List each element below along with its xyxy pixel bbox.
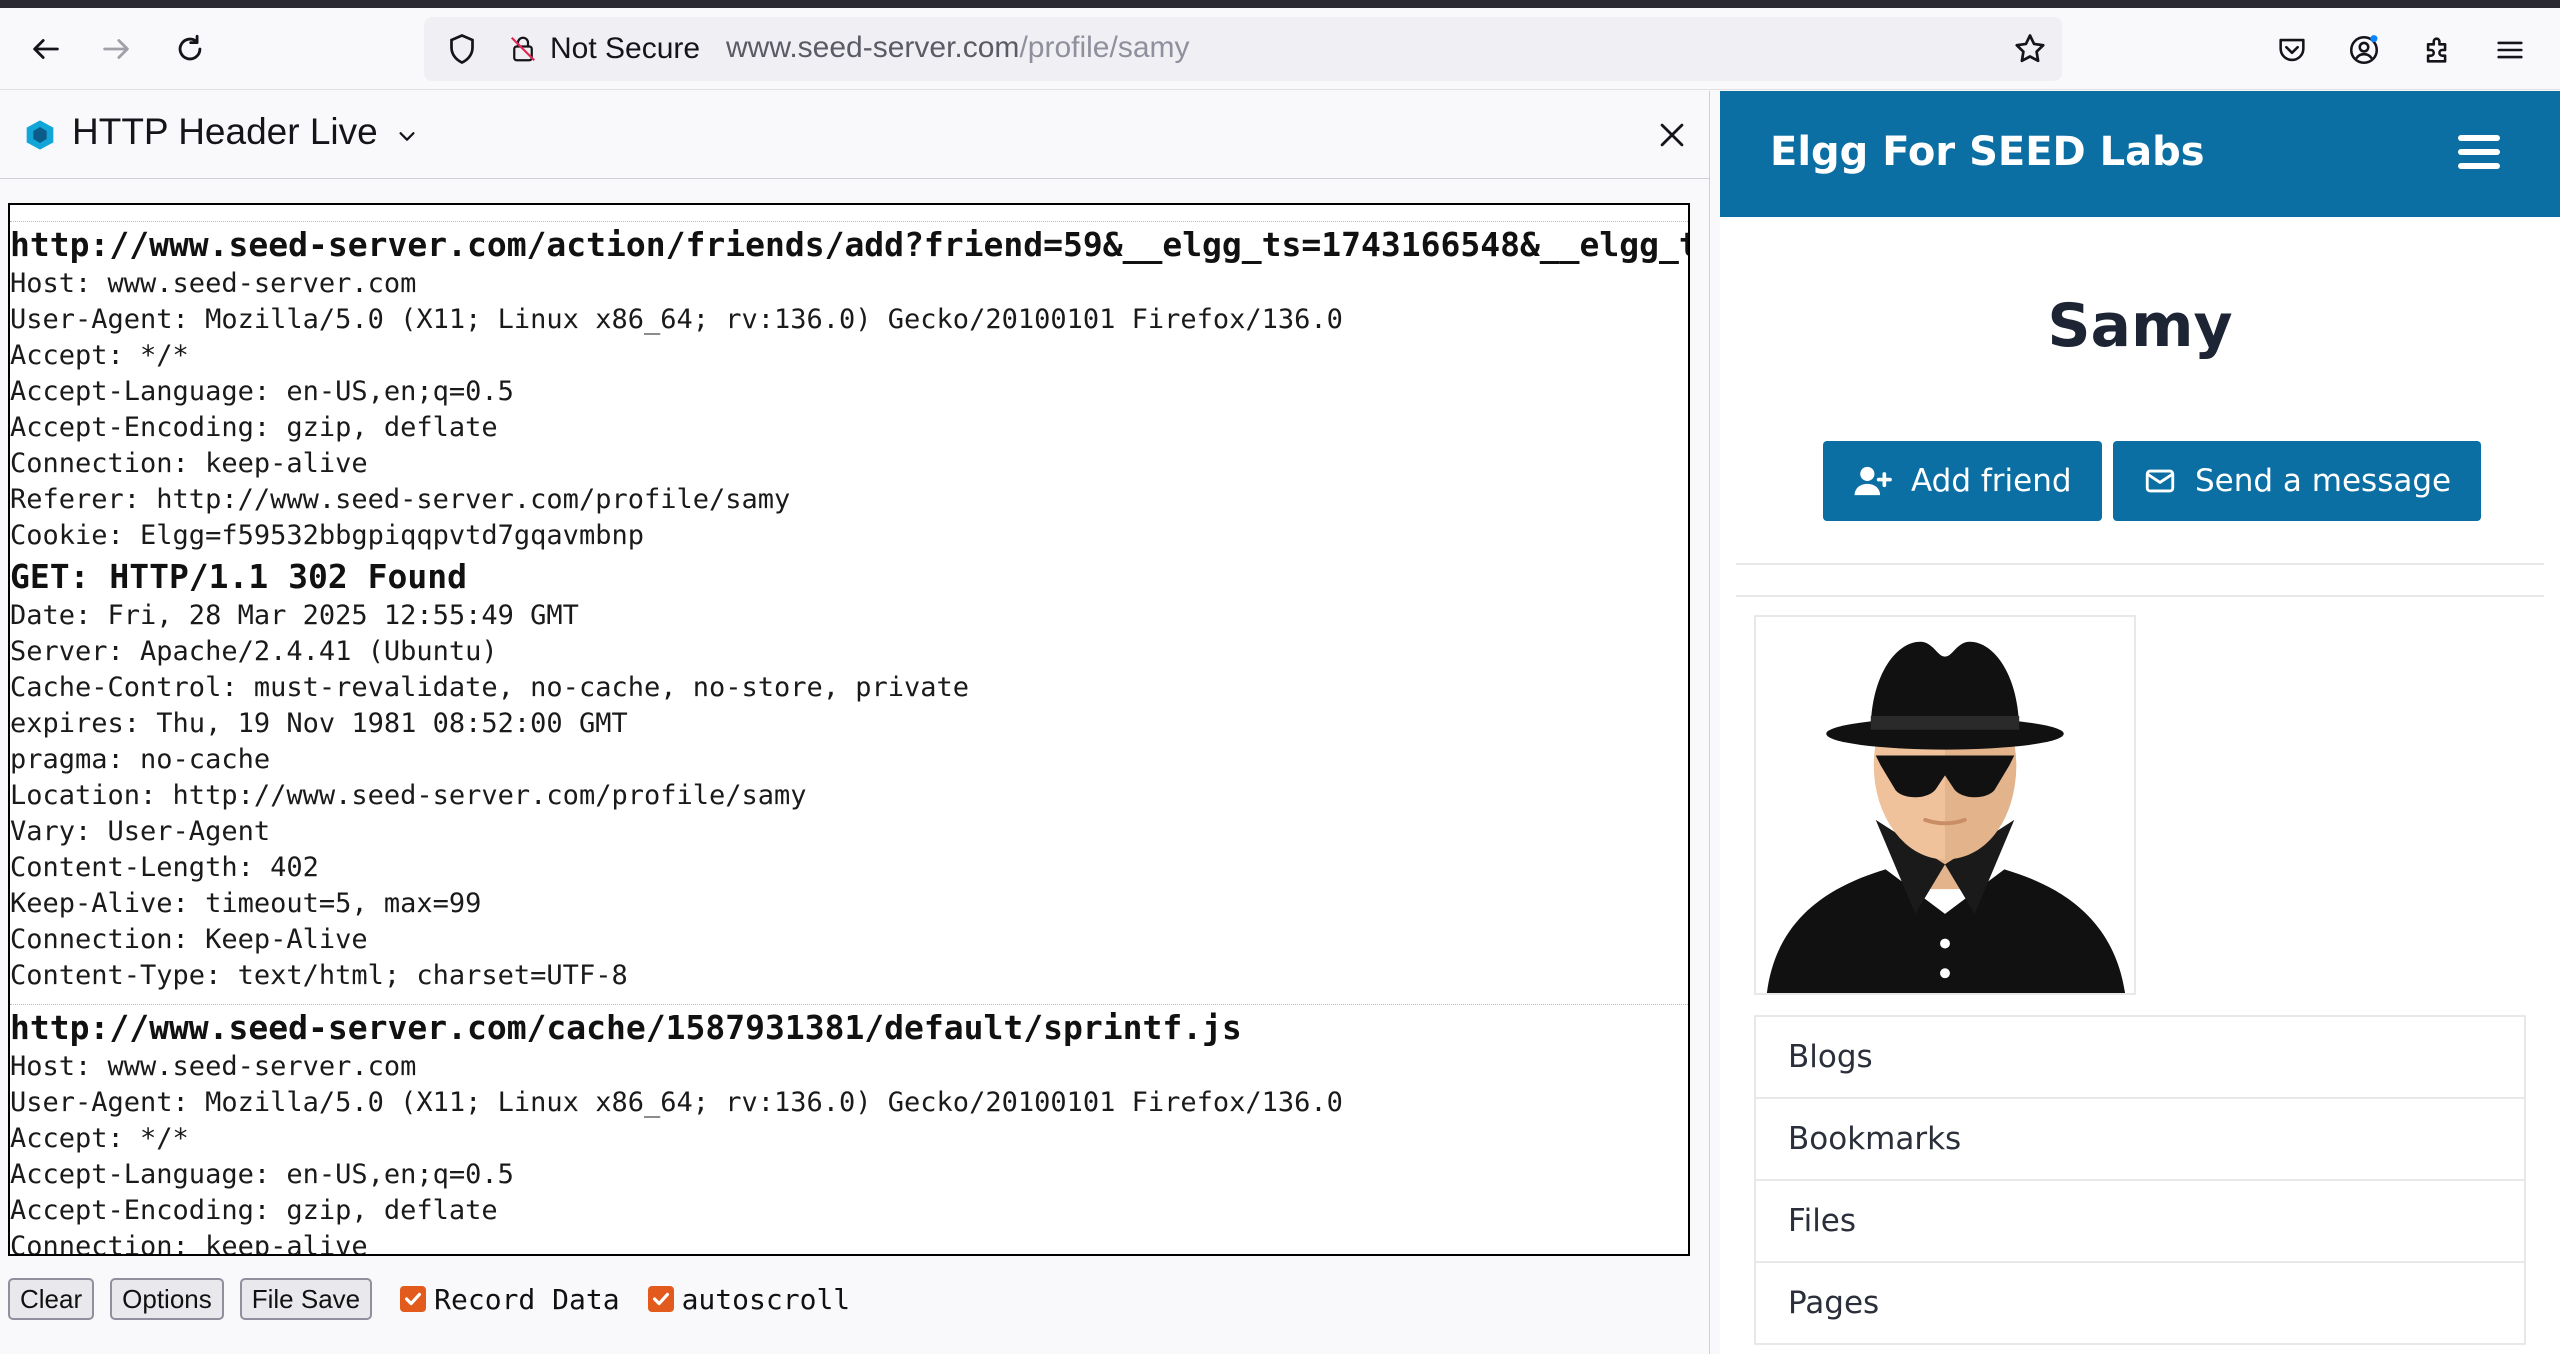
autoscroll-checkbox[interactable]: autoscroll [647,1282,851,1316]
header-line: Accept-Language: en-US,en;q=0.5 [10,1159,514,1190]
back-arrow-icon[interactable] [22,25,70,73]
extensions-icon[interactable] [2416,28,2460,72]
account-icon[interactable] [2342,28,2386,72]
profile-avatar[interactable] [1754,615,2136,995]
insecure-lock-icon [510,36,536,62]
clear-button[interactable]: Clear [8,1278,95,1320]
header-line: User-Agent: Mozilla/5.0 (X11; Linux x86_… [10,1087,1343,1118]
http-header-live-logo-icon [26,120,54,150]
http-header-live-sidebar: HTTP Header Live http://www.seed-server.… [0,91,1710,1354]
add-friend-button[interactable]: Add friend [1823,441,2102,521]
send-message-label: Send a message [2195,463,2452,499]
elgg-profile-page: Elgg For SEED Labs Samy Add friend Send … [1720,91,2560,1354]
pocket-icon[interactable] [2270,28,2314,72]
site-header: Elgg For SEED Labs [1720,91,2560,217]
response-status: GET: HTTP/1.1 302 Found [10,557,467,596]
header-line: Cookie: Elgg=f59532bbgpiqqpvtd7gqavmbnp [10,520,644,551]
request-url[interactable]: http://www.seed-server.com/action/friend… [10,224,1688,266]
record-data-label: Record Data [434,1282,620,1316]
menu-item-pages[interactable]: Pages [1756,1263,2524,1345]
record-data-checkbox[interactable]: Record Data [400,1282,620,1316]
header-line: Accept: */* [10,340,189,371]
header-line: pragma: no-cache [10,744,271,775]
menu-item-bookmarks[interactable]: Bookmarks [1756,1099,2524,1181]
window-top-strip [0,0,2560,8]
sidebar-controls: Clear Options File Save Record Data auto… [8,1277,866,1321]
chevron-down-icon[interactable] [396,125,418,147]
header-line: Connection: keep-alive [10,1231,368,1256]
header-line: Connection: Keep-Alive [10,924,368,955]
url-bar[interactable]: Not Secure www.seed-server.com/profile/s… [424,17,2062,81]
site-security-indicator[interactable]: Not Secure [494,25,716,73]
user-plus-icon [1854,466,1892,496]
profile-name: Samy [2047,291,2233,361]
reload-icon[interactable] [166,25,214,73]
menu-item-files[interactable]: Files [1756,1181,2524,1263]
forward-arrow-icon[interactable] [92,25,140,73]
header-line: Accept: */* [10,1123,189,1154]
url-host: www.seed-server.com [726,31,1020,64]
header-line: Content-Length: 402 [10,852,319,883]
header-line: Location: http://www.seed-server.com/pro… [10,780,807,811]
send-message-button[interactable]: Send a message [2113,441,2482,521]
checkbox-checked-icon[interactable] [647,1286,674,1312]
header-line: User-Agent: Mozilla/5.0 (X11; Linux x86_… [10,304,1343,335]
header-line: Vary: User-Agent [10,816,271,847]
hamburger-menu-icon[interactable] [2488,28,2532,72]
close-icon [1660,123,1684,147]
autoscroll-label: autoscroll [681,1282,851,1316]
header-log[interactable]: http://www.seed-server.com/action/friend… [8,203,1690,1256]
header-line: Connection: keep-alive [10,448,368,479]
header-line: Keep-Alive: timeout=5, max=99 [10,888,482,919]
divider [1736,563,2544,565]
header-line: Accept-Encoding: gzip, deflate [10,412,498,443]
header-line: expires: Thu, 19 Nov 1981 08:52:00 GMT [10,708,628,739]
envelope-icon [2145,469,2175,493]
profile-owner-menu: Blogs Bookmarks Files Pages [1754,1015,2526,1345]
request-entry[interactable]: http://www.seed-server.com/action/friend… [10,221,1688,1004]
sidebar-title[interactable]: HTTP Header Live [72,111,378,153]
add-friend-label: Add friend [1911,463,2072,499]
spy-avatar-image [1757,617,2133,993]
header-line: Host: www.seed-server.com [10,1051,417,1082]
header-line: Content-Type: text/html; charset=UTF-8 [10,960,628,991]
tracking-shield-icon[interactable] [444,31,480,67]
divider [1736,595,2544,597]
url-path: /profile/samy [1019,31,1190,64]
header-line: Accept-Encoding: gzip, deflate [10,1195,498,1226]
header-line: Date: Fri, 28 Mar 2025 12:55:49 GMT [10,600,579,631]
options-button[interactable]: Options [110,1278,224,1320]
checkbox-checked-icon[interactable] [400,1286,427,1312]
header-line: Server: Apache/2.4.41 (Ubuntu) [10,636,498,667]
request-url[interactable]: http://www.seed-server.com/cache/1587931… [10,1007,1688,1049]
star-icon[interactable] [2012,31,2048,67]
close-sidebar-button[interactable] [1650,113,1694,157]
site-menu-toggle[interactable] [2458,135,2502,173]
header-line: Accept-Language: en-US,en;q=0.5 [10,376,514,407]
request-entry[interactable]: http://www.seed-server.com/cache/1587931… [10,1004,1688,1256]
url-text[interactable]: www.seed-server.com/profile/samy [726,31,1190,65]
file-save-button[interactable]: File Save [239,1278,373,1320]
menu-item-blogs[interactable]: Blogs [1756,1017,2524,1099]
header-line: Cache-Control: must-revalidate, no-cache… [10,672,970,703]
security-label: Not Secure [550,32,701,65]
sidebar-header: HTTP Header Live [0,91,1710,179]
header-line: Referer: http://www.seed-server.com/prof… [10,484,791,515]
browser-navbar: Not Secure www.seed-server.com/profile/s… [0,8,2560,90]
site-brand-link[interactable]: Elgg For SEED Labs [1770,129,2205,175]
header-line: Host: www.seed-server.com [10,268,417,299]
